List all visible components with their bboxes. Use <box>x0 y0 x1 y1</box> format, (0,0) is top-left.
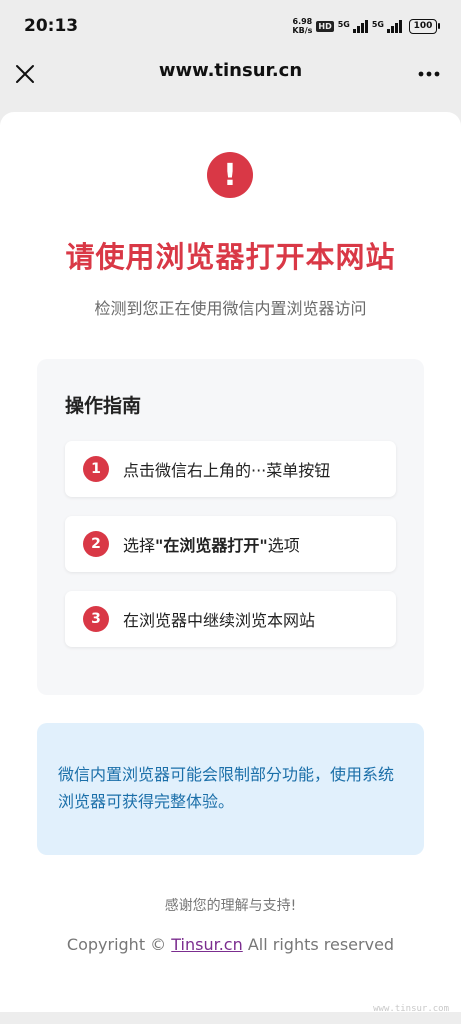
copyright-suffix: All rights reserved <box>242 935 395 954</box>
guide-step-2: 2 选择"在浏览器打开"选项 <box>65 516 396 572</box>
page-headline: 请使用浏览器打开本网站 <box>65 240 396 274</box>
battery-icon: 100 <box>409 18 440 34</box>
watermark: www.tinsur.com <box>373 1004 449 1014</box>
browser-nav-bar: www.tinsur.cn <box>0 52 461 100</box>
more-dots-icon[interactable] <box>417 62 441 86</box>
copyright-line: Copyright © Tinsur.cn All rights reserve… <box>0 935 461 954</box>
thanks-text: 感谢您的理解与支持! <box>164 898 297 914</box>
network-speed-unit: KB/s <box>292 26 313 35</box>
network-type-label: 5G <box>337 19 350 29</box>
network-speed-value: 6.98 <box>292 17 313 26</box>
copyright-prefix: Copyright © <box>66 935 172 954</box>
content-card: ! 请使用浏览器打开本网站 检测到您正在使用微信内置浏览器访问 操作指南 1 点… <box>0 112 461 1014</box>
signal-icon-secondary: 5G <box>371 19 402 33</box>
alert-symbol: ! <box>223 157 237 193</box>
status-time: 20:13 <box>24 16 79 36</box>
guide-step-1: 1 点击微信右上角的···菜单按钮 <box>65 441 396 497</box>
step-text-prefix: 选择 <box>123 536 156 555</box>
signal-icon: 5G <box>337 19 368 33</box>
exclamation-icon: ! <box>207 152 253 198</box>
step-number-badge: 1 <box>83 456 109 482</box>
guide-step-3: 3 在浏览器中继续浏览本网站 <box>65 591 396 647</box>
network-type-label-secondary: 5G <box>371 19 384 29</box>
tip-text: 微信内置浏览器可能会限制部分功能，使用系统浏览器可获得完整体验。 <box>58 765 395 811</box>
page-subhead: 检测到您正在使用微信内置浏览器访问 <box>94 299 367 318</box>
guide-title: 操作指南 <box>65 395 142 417</box>
step-text-highlight: "在浏览器打开" <box>155 536 268 555</box>
step-text: 在浏览器中继续浏览本网站 <box>123 611 316 630</box>
network-speed: 6.98 KB/s <box>292 17 312 35</box>
status-bar: 20:13 6.98 KB/s HD 5G 5G 100 <box>0 0 461 52</box>
step-text-suffix: 选项 <box>267 536 300 555</box>
brand-link[interactable]: Tinsur.cn <box>171 935 242 954</box>
step-text: 点击微信右上角的···菜单按钮 <box>123 461 331 480</box>
battery-level: 100 <box>413 21 433 31</box>
step-number-badge: 2 <box>83 531 109 557</box>
step-text: 选择"在浏览器打开"选项 <box>123 532 300 556</box>
info-tip-box: 微信内置浏览器可能会限制部分功能，使用系统浏览器可获得完整体验。 <box>37 723 424 855</box>
step-number-badge: 3 <box>83 606 109 632</box>
page-url-title: www.tinsur.cn <box>158 60 303 81</box>
status-indicators: 6.98 KB/s HD 5G 5G 100 <box>292 14 440 38</box>
hd-badge: HD <box>316 20 334 32</box>
operation-guide-panel: 操作指南 1 点击微信右上角的···菜单按钮 2 选择"在浏览器打开"选项 3 … <box>37 359 424 695</box>
